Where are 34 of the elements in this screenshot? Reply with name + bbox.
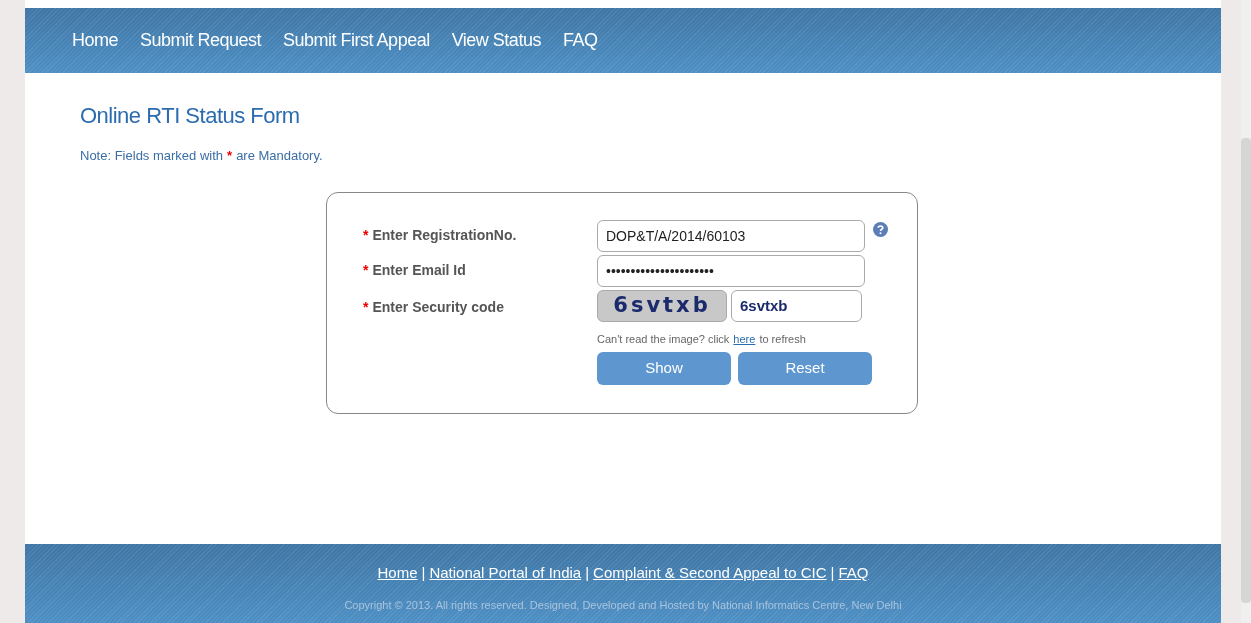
page-title: Online RTI Status Form (80, 102, 301, 130)
required-mark: * (363, 226, 369, 245)
input-field[interactable]: DOP&T/A/2014/60103 (597, 219, 865, 252)
reset-button[interactable]: Reset (738, 352, 872, 385)
field-label: Enter Security code (372, 298, 504, 317)
help-icon[interactable] (873, 222, 888, 237)
scrollbar-thumb[interactable] (1241, 138, 1251, 603)
note-text: Note: Fields marked with (80, 147, 224, 165)
required-mark: * (363, 298, 369, 317)
separator: | (830, 563, 835, 583)
nav-link[interactable]: Submit First Appeal (283, 27, 430, 54)
field-label: Enter Email Id (372, 261, 466, 280)
footer-link[interactable]: Complaint & Second Appeal to CIC (593, 562, 827, 585)
nav-link[interactable]: FAQ (562, 27, 598, 54)
required-mark: * (227, 147, 233, 165)
nav-link[interactable]: Submit Request (140, 27, 262, 54)
nav-link[interactable]: View Status (451, 27, 541, 54)
separator: | (421, 563, 426, 583)
refresh-link[interactable]: here (733, 330, 756, 347)
footer-link[interactable]: National Portal of India (429, 562, 582, 585)
refresh-hint: Can't read the image? click (597, 331, 730, 347)
input-field[interactable]: •••••••••••••••••••••• (597, 254, 865, 287)
captcha-image: 6svtxb (597, 289, 727, 322)
nav-link[interactable]: Home (72, 27, 118, 54)
copyright-text: Copyright © 2013. All rights reserved. Designed, Developed and Hosted by National Informatics Centre, New Delhi (344, 597, 902, 613)
separator: | (585, 563, 590, 583)
security-code-field[interactable]: 6svtxb (731, 289, 862, 322)
required-mark: * (363, 261, 369, 280)
footer-link[interactable]: Home (377, 562, 418, 585)
refresh-hint: to refresh (759, 331, 806, 347)
note-text: are Mandatory. (236, 147, 323, 165)
field-label: Enter RegistrationNo. (372, 226, 517, 245)
show-button[interactable]: Show (597, 352, 731, 385)
footer-link[interactable]: FAQ (838, 562, 869, 585)
